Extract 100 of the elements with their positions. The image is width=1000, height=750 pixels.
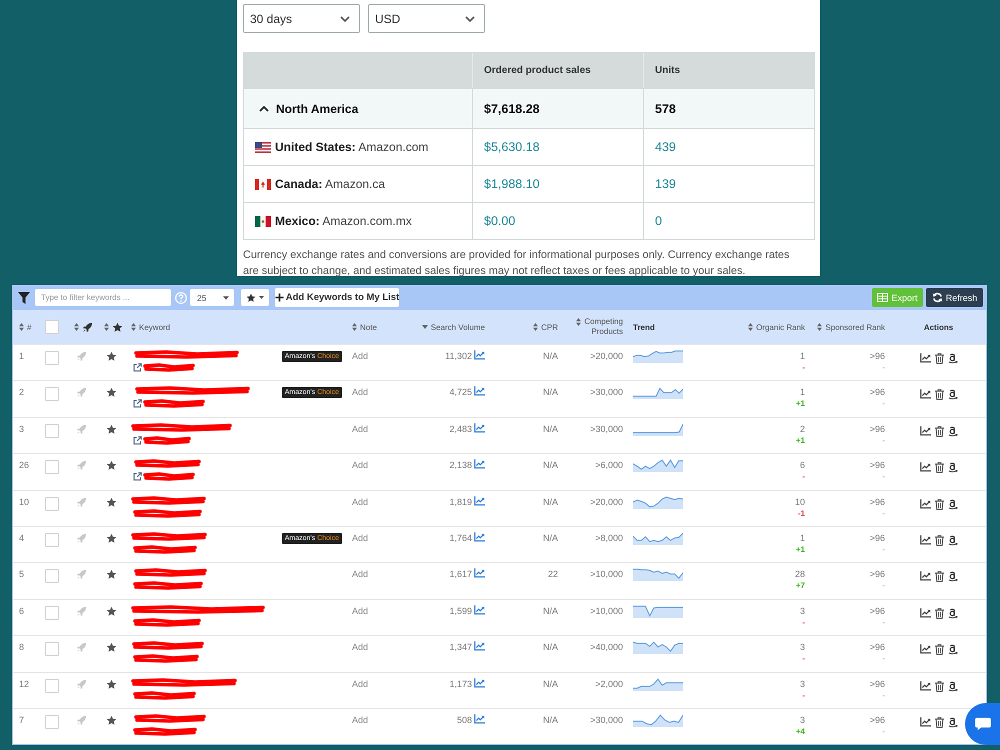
- row-checkbox[interactable]: [45, 714, 59, 729]
- external-link-icon[interactable]: [133, 399, 142, 408]
- line-chart-icon[interactable]: [920, 426, 930, 436]
- star-filter-dropdown[interactable]: [241, 289, 269, 306]
- row-checkbox[interactable]: [45, 496, 59, 511]
- line-chart-icon[interactable]: [474, 350, 485, 360]
- smile-logo-icon[interactable]: [948, 389, 958, 400]
- dropdown-select[interactable]: USD: [368, 4, 485, 33]
- units-value[interactable]: 139: [655, 177, 676, 191]
- line-chart-icon[interactable]: [474, 496, 485, 506]
- smile-logo-icon[interactable]: [948, 680, 958, 692]
- add-note-link[interactable]: Add: [352, 424, 368, 434]
- smile-logo-icon[interactable]: [948, 534, 958, 546]
- line-chart-icon[interactable]: [474, 714, 485, 724]
- filter-input[interactable]: Type to filter keywords ...: [35, 289, 171, 306]
- column-header[interactable]: Organic Rank: [748, 322, 805, 332]
- external-link-icon[interactable]: [133, 363, 142, 372]
- trash-icon[interactable]: [934, 534, 944, 546]
- line-chart-icon[interactable]: [920, 498, 930, 509]
- row-checkbox[interactable]: [45, 387, 59, 402]
- row-checkbox[interactable]: [45, 351, 59, 365]
- line-chart-icon[interactable]: [474, 641, 485, 652]
- star-icon[interactable]: [106, 642, 117, 654]
- smile-logo-icon[interactable]: [948, 353, 958, 364]
- line-chart-icon[interactable]: [474, 459, 485, 470]
- sort-icon[interactable]: [131, 323, 136, 331]
- filter-icon[interactable]: [18, 292, 30, 304]
- trash-icon[interactable]: [934, 389, 944, 400]
- line-chart-icon[interactable]: [474, 386, 485, 396]
- sort-down-icon[interactable]: [422, 325, 428, 329]
- trash-icon[interactable]: [934, 498, 944, 510]
- star-icon[interactable]: [106, 351, 117, 362]
- star-icon[interactable]: [106, 714, 117, 726]
- column-header[interactable]: Note: [352, 322, 377, 332]
- trash-icon[interactable]: [934, 462, 944, 474]
- row-checkbox[interactable]: [45, 569, 59, 584]
- sort-icon[interactable]: [576, 318, 582, 326]
- smile-logo-icon[interactable]: [948, 571, 958, 582]
- line-chart-icon[interactable]: [920, 716, 930, 727]
- region-row[interactable]: North America $7,618.28 578: [244, 88, 814, 128]
- star-icon[interactable]: [112, 322, 123, 332]
- line-chart-icon[interactable]: [474, 568, 485, 578]
- add-note-link[interactable]: Add: [352, 642, 368, 652]
- trash-icon[interactable]: [934, 644, 944, 656]
- sales-value[interactable]: $0.00: [484, 214, 516, 228]
- column-header[interactable]: CPR: [533, 322, 558, 332]
- select-all-checkbox[interactable]: [45, 320, 59, 334]
- smile-logo-icon[interactable]: [948, 608, 958, 619]
- line-chart-icon[interactable]: [474, 532, 485, 542]
- dropdown-select[interactable]: 30 days: [243, 4, 360, 33]
- line-chart-icon[interactable]: [920, 534, 930, 545]
- chevron-up-icon[interactable]: [259, 106, 269, 112]
- sort-icon[interactable]: [748, 323, 754, 331]
- star-icon[interactable]: [106, 460, 117, 472]
- row-checkbox[interactable]: [45, 460, 59, 474]
- units-value[interactable]: 0: [655, 214, 662, 228]
- row-checkbox[interactable]: [45, 424, 59, 438]
- star-icon[interactable]: [106, 569, 117, 580]
- smile-logo-icon[interactable]: [948, 498, 958, 510]
- add-note-link[interactable]: Add: [352, 714, 368, 725]
- line-chart-icon[interactable]: [920, 462, 930, 472]
- row-checkbox[interactable]: [45, 606, 59, 620]
- smile-logo-icon[interactable]: [948, 644, 958, 656]
- trash-icon[interactable]: [934, 571, 944, 582]
- add-note-link[interactable]: Add: [352, 460, 368, 470]
- column-header[interactable]: Keyword: [131, 322, 170, 332]
- add-note-link[interactable]: Add: [352, 606, 368, 616]
- sort-icon[interactable]: [817, 323, 822, 331]
- refresh-button[interactable]: Refresh: [926, 288, 983, 307]
- line-chart-icon[interactable]: [920, 608, 930, 618]
- star-icon[interactable]: [106, 424, 117, 435]
- line-chart-icon[interactable]: [474, 422, 485, 433]
- column-header[interactable]: #: [19, 322, 32, 332]
- star-icon[interactable]: [106, 532, 117, 544]
- sort-icon[interactable]: [533, 323, 538, 331]
- add-note-link[interactable]: Add: [352, 678, 368, 689]
- line-chart-icon[interactable]: [920, 353, 930, 363]
- trash-icon[interactable]: [934, 353, 944, 364]
- line-chart-icon[interactable]: [920, 389, 930, 400]
- page-size-select[interactable]: 25: [190, 289, 234, 306]
- star-icon[interactable]: [106, 606, 117, 617]
- rocket-icon[interactable]: [82, 322, 93, 332]
- line-chart-icon[interactable]: [920, 680, 930, 691]
- external-link-icon[interactable]: [133, 472, 142, 482]
- line-chart-icon[interactable]: [920, 644, 930, 654]
- column-header[interactable]: Sponsored Rank: [817, 322, 885, 332]
- star-icon[interactable]: [106, 387, 117, 398]
- trash-icon[interactable]: [934, 680, 944, 692]
- star-icon[interactable]: [106, 496, 117, 508]
- column-header[interactable]: Competing Products: [573, 317, 623, 337]
- smile-logo-icon[interactable]: [948, 426, 958, 437]
- sales-value[interactable]: $5,630.18: [484, 140, 540, 154]
- trash-icon[interactable]: [934, 608, 944, 619]
- smile-logo-icon[interactable]: [948, 716, 958, 728]
- column-header[interactable]: Search Volume: [422, 322, 485, 332]
- add-note-link[interactable]: Add: [352, 569, 368, 580]
- line-chart-icon[interactable]: [474, 604, 485, 615]
- line-chart-icon[interactable]: [474, 678, 485, 688]
- sort-icon[interactable]: [104, 323, 109, 331]
- smile-logo-icon[interactable]: [948, 462, 958, 474]
